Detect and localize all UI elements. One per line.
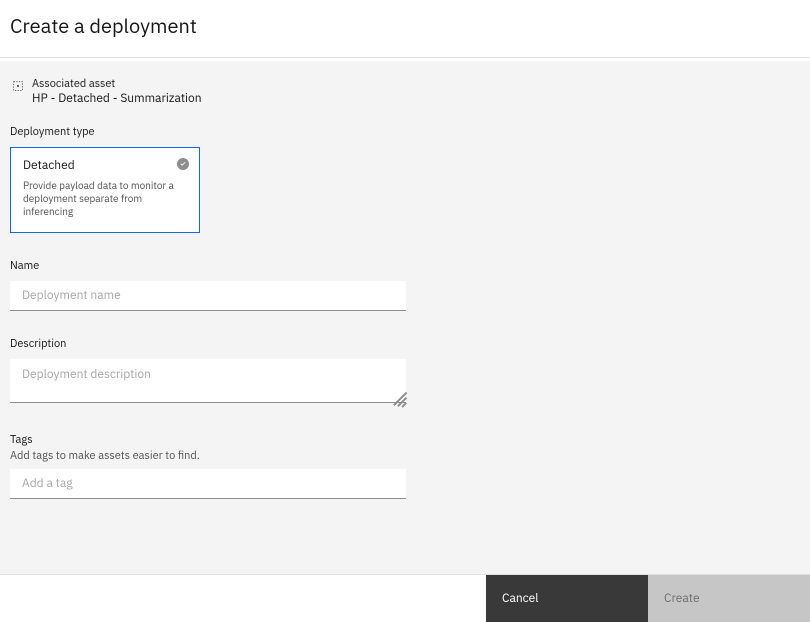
asset-icon bbox=[10, 78, 26, 94]
name-group: Name bbox=[10, 259, 800, 311]
name-input[interactable] bbox=[10, 281, 406, 311]
tags-input[interactable] bbox=[10, 469, 406, 499]
tags-group: Tags Add tags to make assets easier to f… bbox=[10, 433, 800, 499]
page-header: Create a deployment bbox=[0, 0, 810, 58]
tags-helper: Add tags to make assets easier to find. bbox=[10, 449, 800, 463]
associated-asset-value: HP - Detached - Summarization bbox=[32, 91, 202, 107]
associated-asset-row: Associated asset HP - Detached - Summari… bbox=[10, 77, 800, 107]
deployment-type-label: Deployment type bbox=[10, 125, 800, 139]
footer-bar: Cancel Create bbox=[0, 574, 810, 622]
deployment-type-option-title: Detached bbox=[23, 158, 187, 173]
associated-asset-label: Associated asset bbox=[32, 77, 202, 91]
form-body: Associated asset HP - Detached - Summari… bbox=[0, 61, 810, 575]
description-input[interactable] bbox=[10, 359, 406, 403]
page-title: Create a deployment bbox=[10, 12, 800, 39]
checkmark-filled-icon bbox=[177, 158, 189, 170]
name-label: Name bbox=[10, 259, 800, 273]
create-button[interactable]: Create bbox=[648, 575, 810, 622]
deployment-type-option-detached[interactable]: Detached Provide payload data to monitor… bbox=[10, 147, 200, 233]
cancel-button[interactable]: Cancel bbox=[486, 575, 648, 622]
description-group: Description bbox=[10, 337, 800, 407]
deployment-type-option-desc: Provide payload data to monitor a deploy… bbox=[23, 179, 187, 218]
description-label: Description bbox=[10, 337, 800, 351]
footer-spacer bbox=[0, 575, 486, 622]
tags-label: Tags bbox=[10, 433, 800, 447]
